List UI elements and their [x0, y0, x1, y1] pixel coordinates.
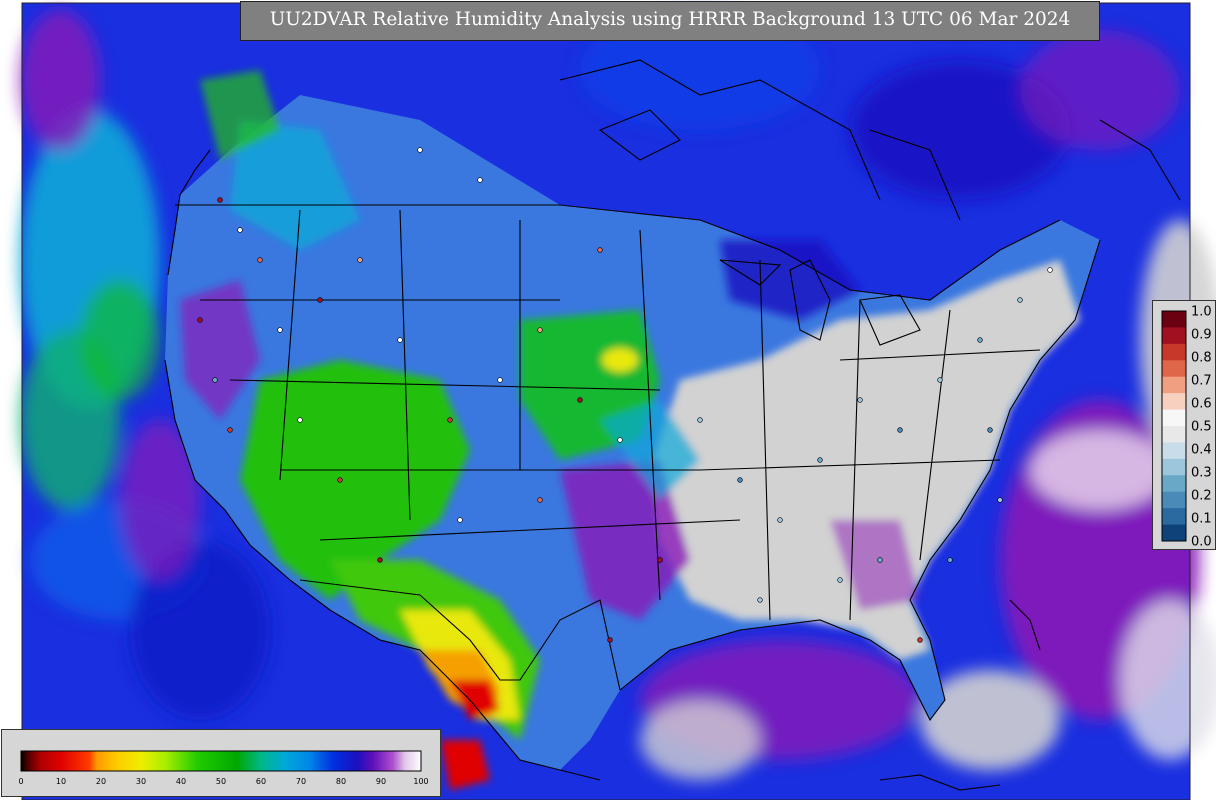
qc-tick-label: 0.9 [1191, 328, 1212, 343]
qc-tick-label: 0.5 [1191, 420, 1212, 435]
rh-tick-label: 30 [136, 777, 146, 786]
qc-colorbar-cell [1162, 360, 1186, 378]
qc-colorbar-cell [1162, 524, 1186, 542]
rh-tick-label: 50 [216, 777, 226, 786]
qc-tick-label: 0.2 [1191, 489, 1212, 504]
qc-tick-label: 0.8 [1191, 351, 1212, 366]
qc-tick-label: 0.3 [1191, 466, 1212, 481]
map-title: UU2DVAR Relative Humidity Analysis using… [240, 1, 1100, 41]
qc-colorbar-cell [1162, 327, 1186, 345]
qc-colorbar-cell [1162, 442, 1186, 460]
qc-tick-label: 0.4 [1191, 443, 1212, 458]
rh-tick-label: 10 [56, 777, 66, 786]
qc-colorbar-cell [1162, 475, 1186, 493]
rh-tick-label: 60 [256, 777, 266, 786]
rh-tick-label: 70 [296, 777, 306, 786]
rh-tick-label: 90 [376, 777, 386, 786]
qc-colorbar-cell [1162, 426, 1186, 443]
humidity-analysis-map [0, 0, 1216, 800]
rh-tick-label: 80 [336, 777, 346, 786]
qc-tick-label: 1.0 [1191, 305, 1212, 320]
qc-tick-label: 0.6 [1191, 397, 1212, 412]
qc-colorbar-cell [1162, 458, 1186, 476]
qc-colorbar: 1.0 0.9 0.8 0.7 0.6 0.5 0.4 0.3 0.2 0.1 0.0 [1152, 300, 1216, 550]
qc-tick-label: 0.1 [1191, 512, 1212, 527]
qc-colorbar-cell [1162, 491, 1186, 509]
qc-colorbar-cell [1162, 508, 1186, 526]
qc-colorbar-cell [1162, 393, 1186, 411]
rh-tick-label: 0 [18, 777, 23, 786]
qc-tick-label: 0.7 [1191, 374, 1212, 389]
qc-colorbar-cell [1162, 311, 1186, 328]
qc-colorbar-cell [1162, 409, 1186, 427]
rh-tick-label: 40 [176, 777, 186, 786]
rh-tick-label: 100 [413, 777, 428, 786]
rh-colorbar: 0 10 20 30 40 50 60 70 80 90 100 [1, 729, 441, 797]
qc-colorbar-cell [1162, 343, 1186, 361]
qc-colorbar-cell [1162, 376, 1186, 394]
rh-colorbar-ramp [20, 750, 422, 772]
rh-tick-label: 20 [96, 777, 106, 786]
map-frame [20, 2, 1216, 800]
qc-tick-label: 0.0 [1191, 535, 1212, 550]
